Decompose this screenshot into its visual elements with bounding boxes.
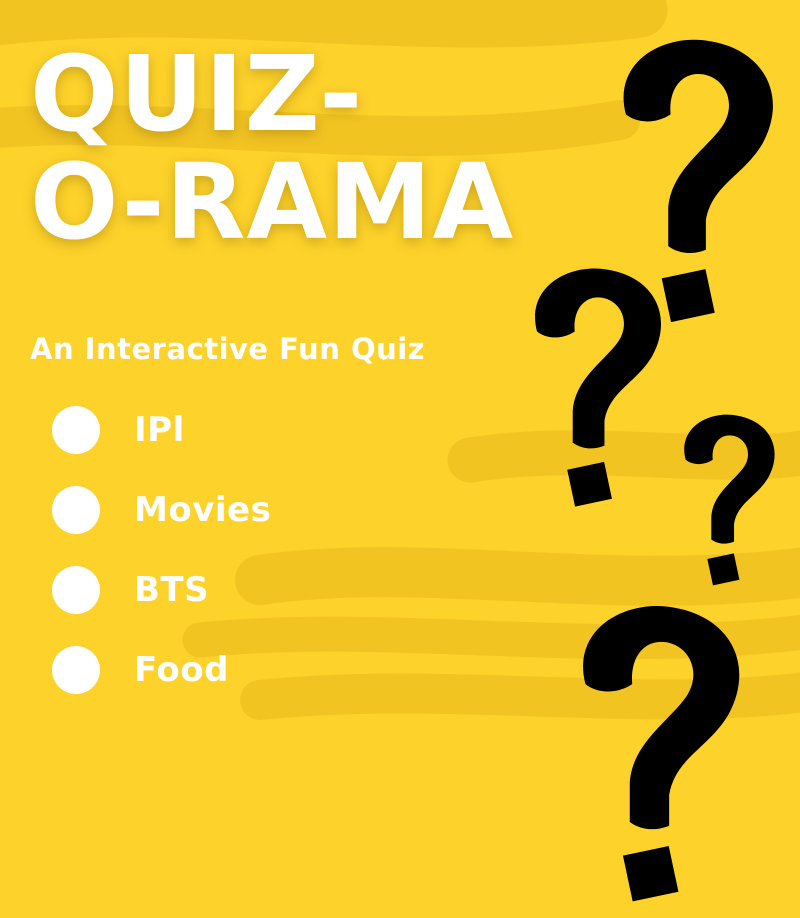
question-mark-icon [583,606,740,902]
title-line-2: O-RAMA [30,141,515,263]
radio-button[interactable] [52,406,100,454]
question-mark-icon [684,414,775,586]
page-title: QUIZ- O-RAMA [30,40,514,256]
subtitle: An Interactive Fun Quiz [30,332,426,366]
quiz-options-list: IPl Movies BTS Food [52,390,271,710]
title-line-1: QUIZ- [30,33,364,155]
option-food[interactable]: Food [52,630,271,710]
option-movies[interactable]: Movies [52,470,271,550]
radio-button[interactable] [52,566,100,614]
question-mark-icon [535,268,661,507]
option-ipl[interactable]: IPl [52,390,271,470]
option-label: BTS [134,570,210,610]
radio-button[interactable] [52,486,100,534]
option-label: Food [134,650,229,690]
option-label: IPl [134,410,185,450]
option-label: Movies [134,490,272,530]
radio-button[interactable] [52,646,100,694]
option-bts[interactable]: BTS [52,550,271,630]
